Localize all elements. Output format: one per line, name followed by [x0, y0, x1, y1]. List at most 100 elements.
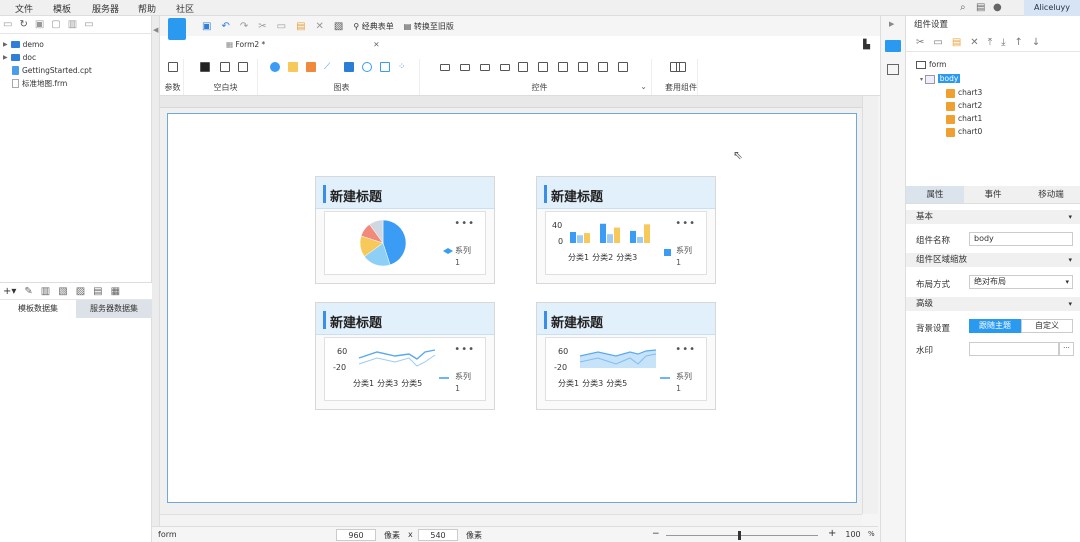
- delete-icon[interactable]: ✕: [316, 21, 324, 32]
- convert-old-button[interactable]: ▤ 转换至旧版: [404, 21, 454, 32]
- vertical-scrollbar[interactable]: [862, 96, 878, 514]
- refresh-icon[interactable]: ↻: [19, 19, 27, 30]
- watermark-more-button[interactable]: ···: [1059, 342, 1074, 356]
- panel-divider[interactable]: ◀: [152, 16, 160, 542]
- chart-card-2[interactable]: 新建标题 ••• 60 -20 分类1 分类3 分类5 系列1: [315, 302, 495, 410]
- delete-icon[interactable]: ▥: [68, 19, 77, 30]
- tree-node-body[interactable]: ▾ body: [920, 74, 961, 84]
- number-widget-icon[interactable]: [460, 64, 470, 71]
- line-chart-icon[interactable]: ⟋: [324, 62, 334, 72]
- edit-icon[interactable]: ✎: [24, 286, 32, 297]
- tab-server-dataset[interactable]: 服务器数据集: [76, 300, 152, 318]
- chart-card-0[interactable]: 新建标题 ••• 系列1: [315, 176, 495, 284]
- cut-icon[interactable]: ✂: [258, 21, 266, 32]
- checkbox-widget-icon[interactable]: [618, 62, 628, 72]
- preview-icon[interactable]: ▧: [334, 21, 343, 32]
- radio-widget-icon[interactable]: [598, 62, 608, 72]
- lock-icon[interactable]: ▢: [51, 19, 60, 30]
- zoom-value[interactable]: 100: [842, 529, 864, 541]
- menu-community[interactable]: 社区: [176, 2, 194, 15]
- layout-panel-icon[interactable]: [887, 64, 899, 75]
- date-widget-icon[interactable]: [518, 62, 528, 72]
- tab-template-dataset[interactable]: 模板数据集: [0, 300, 76, 318]
- tree-item-doc[interactable]: ▶ doc: [3, 51, 151, 64]
- expand-right-icon[interactable]: ▶: [889, 20, 894, 28]
- redo-icon[interactable]: ↷: [240, 21, 248, 32]
- height-input[interactable]: 540: [418, 529, 458, 541]
- password-widget-icon[interactable]: [480, 64, 490, 71]
- component-settings-icon[interactable]: [885, 40, 901, 52]
- zoom-out-icon[interactable]: −: [652, 529, 660, 539]
- horizontal-scrollbar[interactable]: [160, 514, 862, 526]
- export-icon[interactable]: ▨: [76, 286, 85, 297]
- follow-theme-button[interactable]: 跟随主题: [969, 319, 1021, 333]
- copy-icon[interactable]: ▭: [84, 19, 93, 30]
- menu-template[interactable]: 模板: [53, 2, 71, 15]
- tab-mobile[interactable]: 移动端: [1022, 186, 1080, 203]
- section-basic[interactable]: 基本 ▾: [906, 210, 1080, 224]
- delete-icon[interactable]: ✕: [970, 37, 978, 48]
- tree-node-chart2[interactable]: chart2: [946, 101, 982, 111]
- search-icon[interactable]: ⌕: [960, 2, 966, 13]
- expand-icon[interactable]: ▶: [3, 54, 8, 61]
- db-icon[interactable]: ▤: [93, 286, 102, 297]
- chart-card-3[interactable]: 新建标题 ••• 60 -20 分类1 分类3 分类5 系列1: [536, 302, 716, 410]
- copy-icon[interactable]: ▭: [933, 37, 942, 48]
- notes-icon[interactable]: ▤: [976, 2, 985, 13]
- classic-form-button[interactable]: ⚲ 经典表单: [353, 21, 393, 32]
- move-up-icon[interactable]: ↑: [1015, 37, 1023, 48]
- combo-widget-icon[interactable]: [558, 62, 568, 72]
- paste-icon[interactable]: ▤: [296, 21, 305, 32]
- preview-icon[interactable]: ▧: [58, 286, 67, 297]
- user-account[interactable]: Aliceluyy: [1024, 0, 1080, 16]
- expand-icon[interactable]: ▶: [3, 41, 8, 48]
- copy-icon[interactable]: ▭: [277, 21, 286, 32]
- zoom-slider[interactable]: [666, 535, 818, 536]
- tree-item-gettingstarted[interactable]: GettingStarted.cpt: [3, 64, 151, 77]
- template-widget-icon[interactable]: [676, 62, 686, 72]
- zoom-in-icon[interactable]: +: [828, 528, 836, 539]
- hbar-chart-icon[interactable]: [306, 62, 316, 72]
- move-down-icon[interactable]: ↓: [1032, 37, 1040, 48]
- add-dataset-icon[interactable]: +▾: [3, 286, 16, 297]
- calendar-widget-icon[interactable]: [538, 62, 548, 72]
- radar-chart-icon[interactable]: [380, 62, 390, 72]
- tree-node-form[interactable]: form: [916, 60, 947, 69]
- custom-button[interactable]: 自定义: [1021, 319, 1073, 333]
- section-scale[interactable]: 组件区域缩放 ▾: [906, 253, 1080, 267]
- block-icon[interactable]: [200, 62, 210, 72]
- watermark-input[interactable]: [969, 342, 1059, 356]
- param-icon[interactable]: [168, 62, 178, 72]
- tree-item-map[interactable]: 标准地图.frm: [3, 77, 151, 90]
- move-bottom-icon[interactable]: ⤓: [1001, 37, 1005, 48]
- open-icon[interactable]: ▣: [35, 19, 44, 30]
- zoom-slider-thumb[interactable]: [738, 531, 741, 540]
- undo-icon[interactable]: ↶: [221, 21, 229, 32]
- expand-ribbon-icon[interactable]: ⌄: [640, 82, 647, 91]
- tree-item-demo[interactable]: ▶ demo: [3, 38, 151, 51]
- menu-server[interactable]: 服务器: [92, 2, 119, 15]
- save-icon[interactable]: ▣: [202, 21, 211, 32]
- layout-mode-select[interactable]: 绝对布局 ▾: [969, 275, 1073, 289]
- component-name-input[interactable]: body: [969, 232, 1073, 246]
- list-widget-icon[interactable]: [578, 62, 588, 72]
- new-folder-icon[interactable]: ▭: [3, 19, 12, 30]
- bar-chart-icon[interactable]: [288, 62, 298, 72]
- close-tab-icon[interactable]: ✕: [373, 40, 379, 49]
- tab-attributes[interactable]: 属性: [906, 186, 964, 203]
- tab-events[interactable]: 事件: [964, 186, 1022, 203]
- server-db-icon[interactable]: ▦: [111, 286, 120, 297]
- text-widget-icon[interactable]: [440, 64, 450, 71]
- tree-node-chart0[interactable]: chart0: [946, 127, 982, 137]
- menu-help[interactable]: 帮助: [138, 2, 156, 15]
- collapse-icon[interactable]: ▾: [920, 76, 923, 83]
- document-tab[interactable]: ▦ Form2 * ✕: [226, 38, 380, 52]
- button-widget-icon[interactable]: [500, 64, 510, 71]
- chart-card-1[interactable]: 新建标题 ••• 40 0 分类1 分类2 分类3 系列1: [536, 176, 716, 284]
- scatter-chart-icon[interactable]: ⁘: [398, 62, 408, 72]
- move-top-icon[interactable]: ⤒: [988, 37, 992, 48]
- paste-icon[interactable]: ▤: [952, 37, 961, 48]
- width-input[interactable]: 960: [336, 529, 376, 541]
- delete-dataset-icon[interactable]: ▥: [41, 286, 50, 297]
- pie-chart-icon[interactable]: [270, 62, 280, 72]
